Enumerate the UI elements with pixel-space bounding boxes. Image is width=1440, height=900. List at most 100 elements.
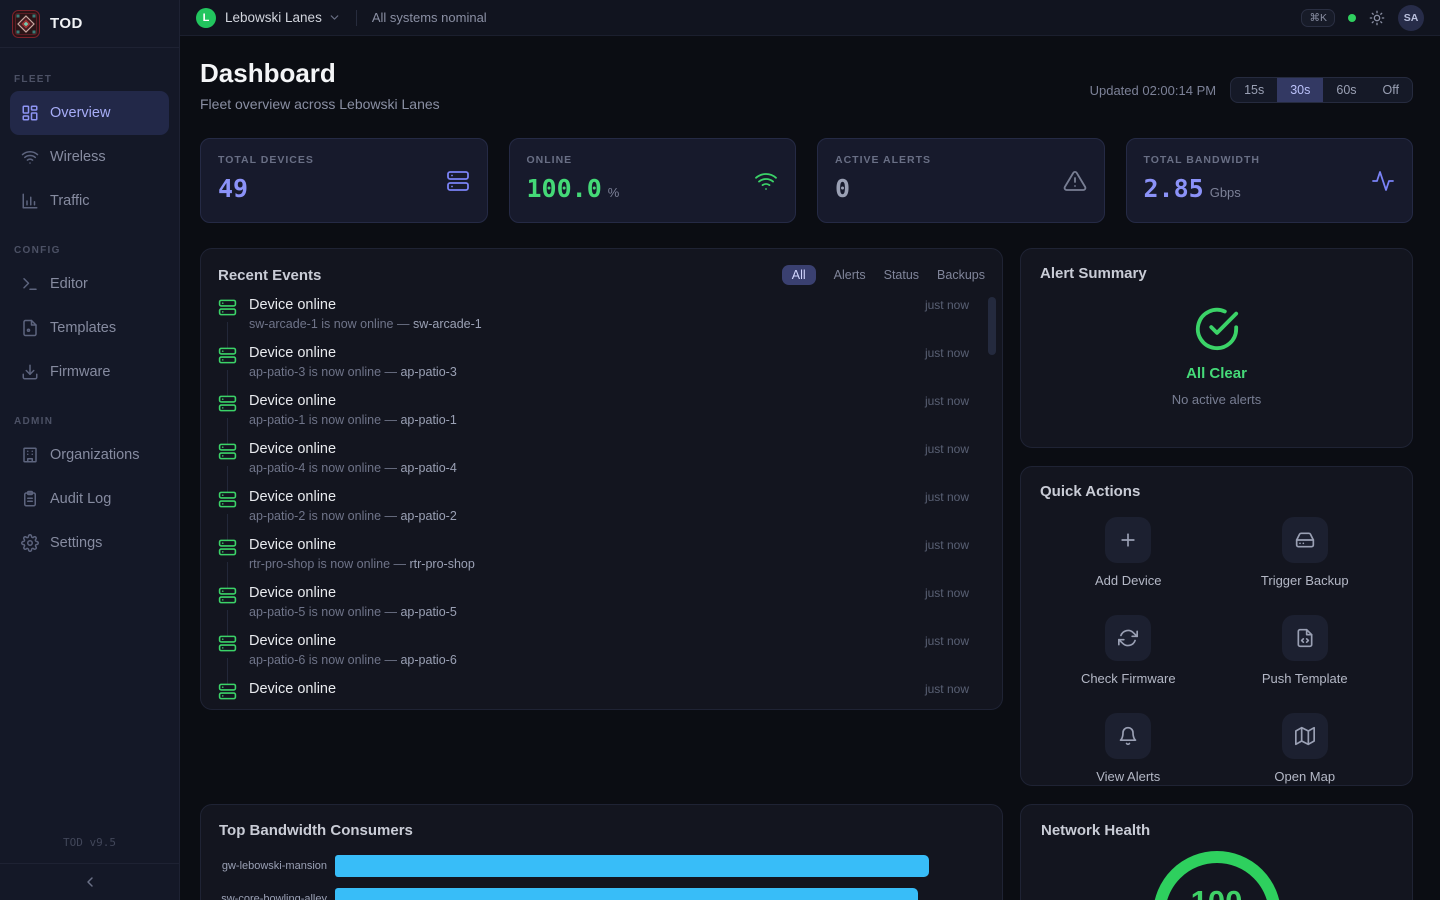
event-item[interactable]: Device onlinejust now sw-arcade-1 is now… <box>218 297 985 345</box>
user-avatar[interactable]: SA <box>1398 5 1424 31</box>
bar-chart-icon <box>21 192 39 210</box>
sidebar-item-label: Editor <box>50 276 88 292</box>
org-avatar: L <box>196 8 216 28</box>
page-header: Dashboard Fleet overview across Lebowski… <box>200 58 1413 112</box>
stat-label: ACTIVE ALERTS <box>835 154 931 166</box>
stat-card-total-bandwidth: TOTAL BANDWIDTH 2.85 Gbps <box>1126 138 1414 223</box>
theme-toggle-button[interactable] <box>1369 10 1385 26</box>
event-message: ap-patio-3 is now online <box>249 365 381 379</box>
bandwidth-bar <box>335 888 918 900</box>
sidebar-item-wireless[interactable]: Wireless <box>10 135 169 179</box>
events-scrollbar[interactable] <box>988 297 996 355</box>
event-title: Device online <box>249 297 336 313</box>
bandwidth-bar <box>335 855 929 877</box>
hard-drive-icon <box>1282 517 1328 563</box>
tab-backups[interactable]: Backups <box>937 268 985 282</box>
sidebar-item-traffic[interactable]: Traffic <box>10 179 169 223</box>
event-item[interactable]: Device onlinejust now ap-patio-5 is now … <box>218 585 985 633</box>
event-device: ap-patio-5 <box>400 605 456 619</box>
stat-value: 0 <box>835 174 850 203</box>
sun-icon <box>1369 10 1385 26</box>
building-icon <box>21 446 39 464</box>
sidebar-item-firmware[interactable]: Firmware <box>10 350 169 394</box>
event-time: just now <box>925 442 985 456</box>
alert-summary-title: Alert Summary <box>1040 265 1393 282</box>
server-icon <box>446 169 470 193</box>
event-title: Device online <box>249 489 336 505</box>
event-separator: — <box>390 557 409 571</box>
events-filter-tabs: All Alerts Status Backups <box>782 265 985 285</box>
stat-label: TOTAL BANDWIDTH <box>1144 154 1261 166</box>
app-logo-row: TOD <box>0 0 179 48</box>
tab-all[interactable]: All <box>782 265 816 285</box>
sidebar-item-overview[interactable]: Overview <box>10 91 169 135</box>
sidebar-item-label: Overview <box>50 105 110 121</box>
push-template-button[interactable]: Push Template <box>1217 615 1394 686</box>
activity-icon <box>1371 169 1395 193</box>
nav-section-label-fleet: FLEET <box>14 74 165 85</box>
wifi-icon <box>754 169 778 193</box>
event-item[interactable]: Device onlinejust now ap-patio-1 is now … <box>218 393 985 441</box>
stat-unit: Gbps <box>1210 185 1241 200</box>
event-title: Device online <box>249 681 336 697</box>
network-health-card: Network Health 100 <box>1020 804 1413 900</box>
event-device: ap-patio-6 <box>400 653 456 667</box>
server-icon <box>218 586 237 605</box>
sidebar-item-settings[interactable]: Settings <box>10 521 169 565</box>
bandwidth-device-label: gw-lebowski-mansion <box>219 860 335 872</box>
event-separator: — <box>381 365 400 379</box>
chevron-left-icon <box>82 874 98 890</box>
org-switcher[interactable]: L Lebowski Lanes <box>196 8 341 28</box>
view-alerts-button[interactable]: View Alerts <box>1040 713 1217 784</box>
event-item[interactable]: Device onlinejust now rtr-pro-shop is no… <box>218 537 985 585</box>
stat-label: ONLINE <box>527 154 620 166</box>
event-item[interactable]: Device online just now ap-patio-3 is now … <box>218 345 985 393</box>
sidebar-item-audit-log[interactable]: Audit Log <box>10 477 169 521</box>
event-separator: — <box>381 653 400 667</box>
plus-icon <box>1105 517 1151 563</box>
refresh-15s-button[interactable]: 15s <box>1231 78 1277 102</box>
warning-triangle-icon <box>1063 169 1087 193</box>
event-message: rtr-pro-shop is now online <box>249 557 390 571</box>
recent-events-card: Recent Events All Alerts Status Backups … <box>200 248 1003 710</box>
tab-status[interactable]: Status <box>884 268 919 282</box>
server-icon <box>218 394 237 413</box>
stat-value: 2.85 <box>1144 174 1204 203</box>
sidebar-item-editor[interactable]: Editor <box>10 262 169 306</box>
event-item[interactable]: Device onlinejust now ap-patio-6 is now … <box>218 633 985 681</box>
event-title: Device online <box>249 393 336 409</box>
event-title: Device online <box>249 345 336 361</box>
sidebar-item-organizations[interactable]: Organizations <box>10 433 169 477</box>
event-message: ap-patio-6 is now online <box>249 653 381 667</box>
server-icon <box>218 442 237 461</box>
event-device: ap-patio-3 <box>400 365 456 379</box>
trigger-backup-button[interactable]: Trigger Backup <box>1217 517 1394 588</box>
event-time: just now <box>925 346 985 360</box>
terminal-icon <box>21 275 39 293</box>
refresh-60s-button[interactable]: 60s <box>1323 78 1369 102</box>
sidebar-item-label: Templates <box>50 320 116 336</box>
tab-alerts[interactable]: Alerts <box>834 268 866 282</box>
check-circle-icon <box>1194 306 1240 352</box>
quick-actions-title: Quick Actions <box>1040 483 1140 500</box>
rug-logo-icon <box>12 10 40 38</box>
event-title: Device online <box>249 537 336 553</box>
refresh-30s-button[interactable]: 30s <box>1277 78 1323 102</box>
status-dot <box>1348 14 1356 22</box>
event-item[interactable]: Device onlinejust now ap-patio-4 is now … <box>218 441 985 489</box>
refresh-off-button[interactable]: Off <box>1370 78 1412 102</box>
check-firmware-button[interactable]: Check Firmware <box>1040 615 1217 686</box>
event-item[interactable]: Device onlinejust now <box>218 681 985 710</box>
events-list: Device onlinejust now sw-arcade-1 is now… <box>218 297 985 710</box>
sidebar-item-templates[interactable]: Templates <box>10 306 169 350</box>
add-device-button[interactable]: Add Device <box>1040 517 1217 588</box>
event-item[interactable]: Device onlinejust now ap-patio-2 is now … <box>218 489 985 537</box>
quick-action-label: Check Firmware <box>1081 671 1176 686</box>
command-palette-shortcut[interactable]: ⌘K <box>1301 9 1335 27</box>
stat-card-online: ONLINE 100.0 % <box>509 138 797 223</box>
open-map-button[interactable]: Open Map <box>1217 713 1394 784</box>
server-icon <box>218 490 237 509</box>
event-message: ap-patio-5 is now online <box>249 605 381 619</box>
sidebar-collapse-button[interactable] <box>0 863 179 900</box>
bell-icon <box>1105 713 1151 759</box>
